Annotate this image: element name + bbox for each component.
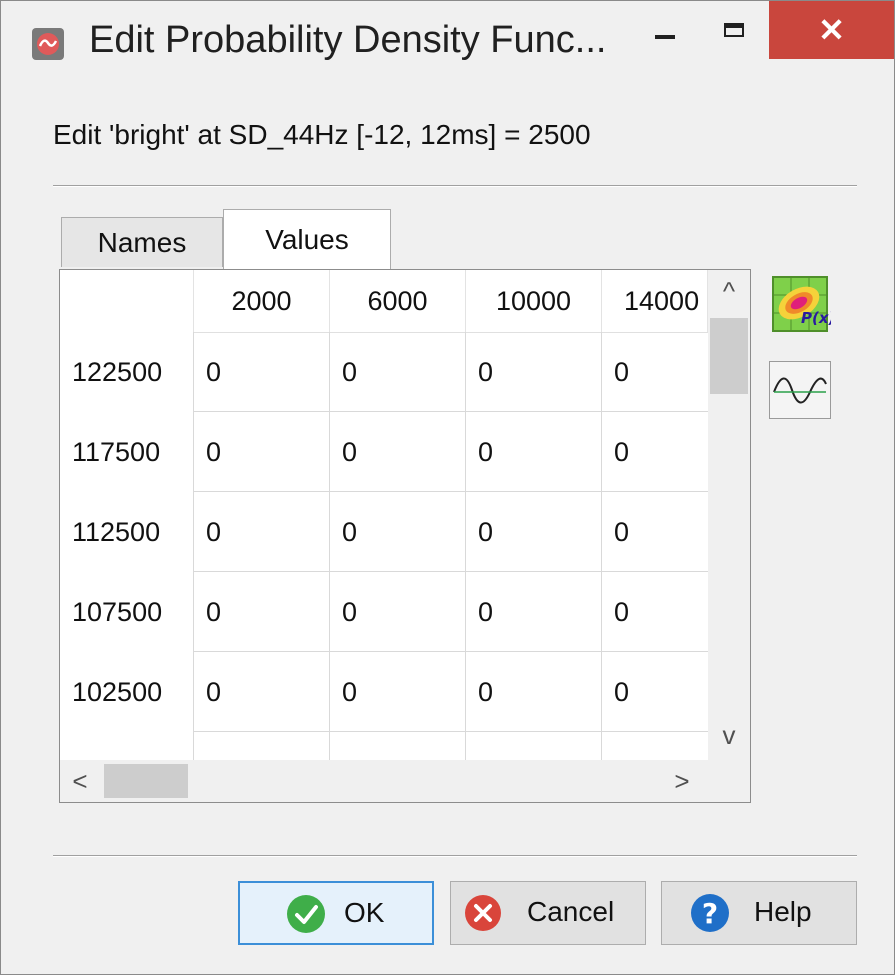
help-question-icon: ? (691, 894, 729, 932)
scroll-left-arrow[interactable]: < (66, 768, 94, 794)
scroll-down-arrow[interactable]: v (708, 722, 750, 748)
close-button[interactable]: ✕ (769, 1, 894, 59)
column-header[interactable]: 6000 (330, 270, 466, 332)
column-header[interactable]: 14000 (602, 270, 708, 332)
column-header[interactable]: 2000 (194, 270, 330, 332)
scroll-up-arrow[interactable]: ^ (708, 278, 750, 304)
table-cell[interactable]: 0 (602, 332, 708, 412)
cancel-label: Cancel (527, 896, 615, 927)
maximize-icon (724, 23, 744, 37)
table-row: 112500 0 0 0 0 (60, 492, 708, 572)
column-header[interactable]: 10000 (466, 270, 602, 332)
row-header: 122500 (60, 332, 194, 412)
table-cell[interactable]: 0 (466, 332, 602, 412)
table-cell[interactable]: 0 (194, 412, 330, 492)
ok-button[interactable]: OK (238, 881, 434, 945)
row-header: 102500 (60, 652, 194, 732)
dialog-content: Edit 'bright' at SD_44Hz [-12, 12ms] = 2… (1, 89, 894, 974)
table-cell[interactable] (466, 732, 602, 760)
tab-names[interactable]: Names (61, 217, 223, 267)
column-header-row: 2000 6000 10000 14000 (60, 270, 708, 333)
table-cell[interactable]: 0 (330, 572, 466, 652)
values-table-panel: 2000 6000 10000 14000 122500 0 0 0 0 117… (59, 269, 751, 803)
row-header: 107500 (60, 572, 194, 652)
table-cell[interactable]: 0 (466, 412, 602, 492)
scroll-right-arrow[interactable]: > (668, 768, 696, 794)
table-cell[interactable]: 0 (194, 332, 330, 412)
horizontal-scroll-thumb[interactable] (104, 764, 188, 798)
table-row: 117500 0 0 0 0 (60, 412, 708, 492)
corner-header (60, 270, 194, 332)
tab-values[interactable]: Values (223, 209, 391, 269)
table-row-partial (60, 732, 708, 760)
row-header: 112500 (60, 492, 194, 572)
checkmark-icon (287, 895, 325, 933)
table-cell[interactable]: 0 (466, 492, 602, 572)
table-cell[interactable]: 0 (602, 652, 708, 732)
table-cell[interactable]: 0 (330, 332, 466, 412)
horizontal-scrollbar[interactable]: < > (60, 760, 750, 802)
dialog-window: Edit Probability Density Func... ✕ Edit … (0, 0, 895, 975)
close-icon: ✕ (818, 12, 845, 48)
table-cell[interactable] (330, 732, 466, 760)
table-row: 102500 0 0 0 0 (60, 652, 708, 732)
svg-text:?: ? (702, 897, 718, 930)
waveform-icon (773, 377, 827, 404)
row-header (60, 732, 194, 760)
ok-label: OK (344, 897, 385, 928)
table-cell[interactable] (194, 732, 330, 760)
app-icon (32, 28, 64, 60)
vertical-scroll-thumb[interactable] (710, 318, 748, 394)
values-grid: 2000 6000 10000 14000 122500 0 0 0 0 117… (60, 270, 708, 760)
table-cell[interactable]: 0 (194, 492, 330, 572)
table-row: 107500 0 0 0 0 (60, 572, 708, 652)
minimize-button[interactable] (641, 1, 691, 59)
vertical-scrollbar[interactable]: ^ v (708, 270, 750, 760)
bottom-separator (53, 855, 857, 857)
table-cell[interactable]: 0 (466, 572, 602, 652)
table-cell[interactable]: 0 (466, 652, 602, 732)
table-row: 122500 0 0 0 0 (60, 332, 708, 412)
maximize-button[interactable] (706, 1, 766, 59)
table-cell[interactable]: 0 (602, 412, 708, 492)
help-label: Help (754, 896, 812, 927)
table-cell[interactable]: 0 (194, 572, 330, 652)
pdf-view-button[interactable]: P(x) (769, 275, 835, 333)
row-header: 117500 (60, 412, 194, 492)
help-button[interactable]: ? Help (661, 881, 857, 945)
wavelet-view-button[interactable] (769, 361, 831, 419)
title-bar[interactable]: Edit Probability Density Func... ✕ (1, 1, 894, 89)
table-cell[interactable]: 0 (602, 492, 708, 572)
cancel-button[interactable]: Cancel (450, 881, 646, 945)
table-cell[interactable]: 0 (330, 652, 466, 732)
table-cell[interactable]: 0 (330, 412, 466, 492)
top-separator (53, 185, 857, 187)
cancel-x-icon (465, 895, 501, 931)
table-cell[interactable]: 0 (602, 572, 708, 652)
pdf-icon-label: P(x) (801, 309, 831, 327)
pdf-icon: P(x) (772, 276, 835, 332)
minimize-icon (655, 35, 675, 39)
window-title: Edit Probability Density Func... (89, 19, 607, 61)
edit-description: Edit 'bright' at SD_44Hz [-12, 12ms] = 2… (53, 119, 591, 150)
table-cell[interactable]: 0 (330, 492, 466, 572)
table-cell[interactable]: 0 (194, 652, 330, 732)
